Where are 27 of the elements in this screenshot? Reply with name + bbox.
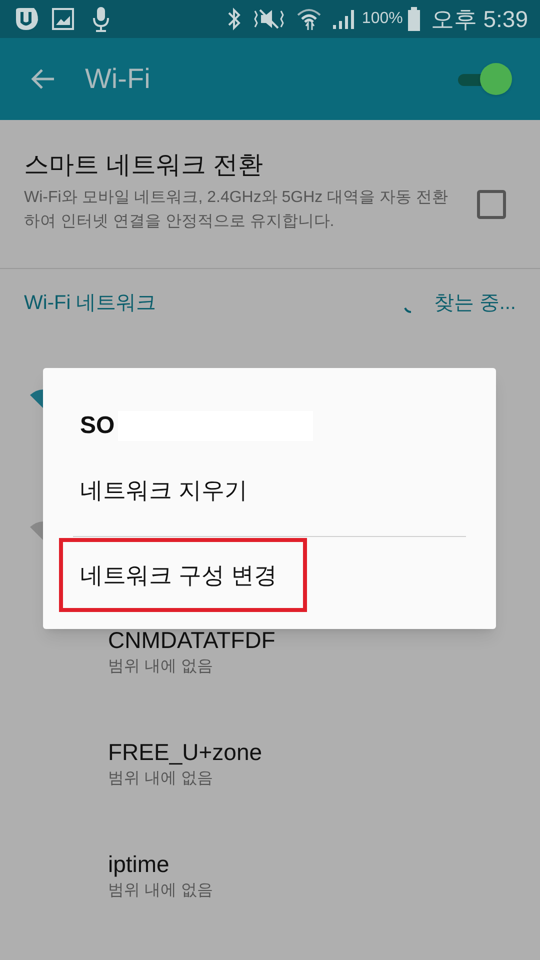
wifi-icon [296,7,322,31]
section-header: Wi-Fi 네트워크 [24,291,156,316]
smart-network-checkbox[interactable] [477,190,506,219]
network-status: 범위 내에 없음 [108,657,213,677]
signal-icon [332,8,356,30]
spinner-icon [404,307,412,313]
network-name[interactable]: iptime [108,849,170,879]
battery-icon [406,7,421,31]
network-name[interactable]: CNMDATATFDF [108,625,276,655]
setting-description: Wi-Fi와 모바일 네트워크, 2.4GHz와 5GHz 대역을 자동 전환하여 인터넷 연결을 안정적으로 유지합니다. [24,188,449,232]
image-icon [52,8,74,30]
battery-percent: 100% [362,9,403,29]
screen-title: Wi-Fi [85,62,150,96]
scan-status: 찾는 중... [434,291,516,316]
back-arrow-icon [30,67,56,91]
microphone-icon [90,6,112,32]
muted-speaker-icon [252,8,286,30]
setting-title: 스마트 네트워크 전환 [24,150,264,181]
clock: 오후 5:39 [430,4,528,34]
network-status: 범위 내에 없음 [108,881,213,901]
network-status: 범위 내에 없음 [108,769,213,789]
wifi-switch[interactable] [456,63,512,95]
dialog-title: SO [80,411,115,441]
bluetooth-icon [226,7,242,31]
dialog-option[interactable]: 네트워크 지우기 [80,468,248,512]
network-name[interactable]: FREE_U+zone [108,737,262,767]
dialog-option[interactable]: 네트워크 구성 변경 [59,538,307,612]
